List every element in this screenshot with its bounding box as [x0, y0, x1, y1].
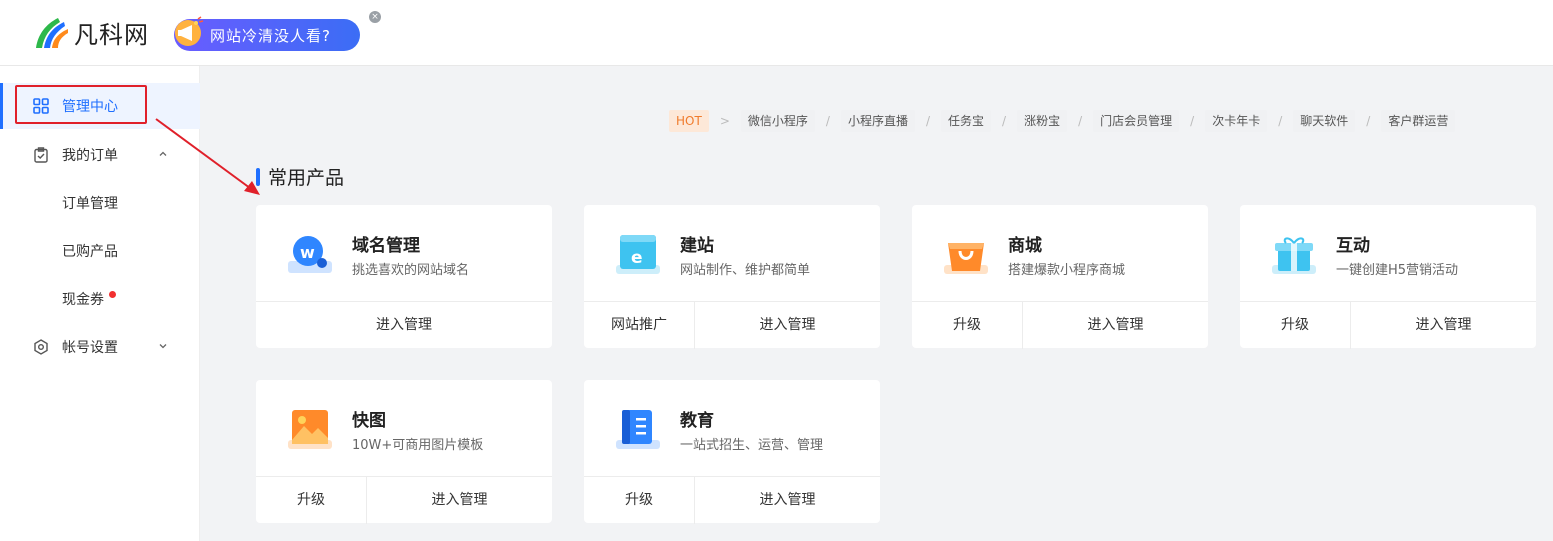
gift-icon: [1270, 231, 1318, 279]
sidebar-item-coupons[interactable]: 现金券: [0, 276, 200, 322]
enter-management-button[interactable]: 进入管理: [367, 477, 552, 524]
card-description: 一键创建H5营销活动: [1336, 263, 1459, 278]
upgrade-button[interactable]: 升级: [584, 477, 695, 524]
card-actions: 网站推广 进入管理: [584, 301, 880, 349]
hot-tag[interactable]: 任务宝: [941, 110, 992, 132]
hot-tags-bar: HOT > 微信小程序 / 小程序直播 / 任务宝 / 涨粉宝 / 门店会员管理…: [669, 110, 1456, 132]
card-title: 建站: [680, 236, 714, 256]
card-header[interactable]: 互动 一键创建H5营销活动: [1240, 205, 1536, 301]
card-header[interactable]: w 域名管理 挑选喜欢的网站域名: [256, 205, 552, 301]
upgrade-button[interactable]: 升级: [256, 477, 367, 524]
svg-text:w: w: [300, 243, 315, 262]
product-card-quick-image: 快图 10W+可商用图片模板 升级 进入管理: [256, 380, 552, 524]
enter-management-button[interactable]: 进入管理: [695, 302, 880, 349]
website-e-icon: e: [614, 231, 662, 279]
sidebar-item-label: 现金券: [62, 292, 104, 308]
title-accent-bar: [256, 167, 260, 186]
promo-text: 网站冷清没人看?: [210, 26, 331, 45]
sidebar-item-label: 我的订单: [62, 148, 118, 164]
card-actions: 升级 进入管理: [912, 301, 1208, 349]
hot-tag[interactable]: 涨粉宝: [1017, 110, 1068, 132]
clipboard-check-icon: [33, 147, 49, 163]
card-title: 快图: [352, 411, 386, 431]
hot-tag[interactable]: 小程序直播: [840, 110, 915, 132]
product-card-education: 教育 一站式招生、运营、管理 升级 进入管理: [584, 380, 880, 524]
enter-management-button[interactable]: 进入管理: [1023, 302, 1208, 349]
product-card-website: e 建站 网站制作、维护都简单 网站推广 进入管理: [584, 205, 880, 349]
settings-hexagon-icon: [33, 339, 49, 355]
tag-separator: /: [1278, 114, 1283, 128]
tag-separator: /: [1078, 114, 1083, 128]
hot-label: HOT: [669, 110, 709, 132]
website-promotion-button[interactable]: 网站推广: [584, 302, 695, 349]
chevron-down-icon: [157, 340, 169, 352]
shopping-bag-icon: [942, 231, 990, 279]
hot-arrow: >: [719, 114, 730, 128]
card-header[interactable]: e 建站 网站制作、维护都简单: [584, 205, 880, 301]
tag-separator: /: [925, 114, 930, 128]
tag-separator: /: [825, 114, 830, 128]
grid-icon: [33, 98, 49, 114]
logo-mark-icon: [32, 14, 70, 50]
product-card-mall: 商城 搭建爆款小程序商城 升级 进入管理: [912, 205, 1208, 349]
book-icon: [614, 406, 662, 454]
close-icon[interactable]: ×: [369, 11, 381, 23]
logo-text: 凡科网: [74, 20, 149, 49]
svg-text:e: e: [631, 248, 643, 268]
sidebar-item-label: 已购产品: [62, 244, 118, 260]
card-actions: 进入管理: [256, 301, 552, 348]
enter-management-button[interactable]: 进入管理: [695, 477, 880, 524]
enter-management-button[interactable]: 进入管理: [256, 302, 552, 349]
card-header[interactable]: 教育 一站式招生、运营、管理: [584, 380, 880, 476]
sidebar-item-account-settings[interactable]: 帐号设置: [0, 324, 200, 370]
card-header[interactable]: 快图 10W+可商用图片模板: [256, 380, 552, 476]
sidebar-item-label: 管理中心: [62, 99, 118, 115]
hot-tag[interactable]: 微信小程序: [740, 110, 815, 132]
notification-dot: [109, 291, 116, 298]
card-title: 互动: [1336, 236, 1370, 256]
card-description: 一站式招生、运营、管理: [680, 438, 824, 453]
card-description: 网站制作、维护都简单: [680, 263, 811, 278]
product-card-domain: w 域名管理 挑选喜欢的网站域名 进入管理: [256, 205, 552, 348]
card-header[interactable]: 商城 搭建爆款小程序商城: [912, 205, 1208, 301]
logo[interactable]: 凡科网: [32, 14, 149, 50]
hot-tag[interactable]: 客户群运营: [1381, 110, 1456, 132]
card-description: 搭建爆款小程序商城: [1008, 263, 1126, 278]
section-title-text: 常用产品: [268, 167, 345, 189]
card-title: 域名管理: [352, 236, 420, 256]
tag-separator: /: [1190, 114, 1195, 128]
tag-separator: /: [1002, 114, 1007, 128]
card-actions: 升级 进入管理: [1240, 301, 1536, 349]
card-actions: 升级 进入管理: [584, 476, 880, 524]
hot-tag[interactable]: 次卡年卡: [1205, 110, 1268, 132]
domain-w-icon: w: [286, 231, 334, 279]
upgrade-button[interactable]: 升级: [1240, 302, 1351, 349]
card-description: 10W+可商用图片模板: [352, 438, 484, 453]
section-title: 常用产品: [256, 163, 344, 190]
sidebar-item-label: 订单管理: [62, 196, 118, 212]
card-title: 商城: [1008, 236, 1042, 256]
enter-management-button[interactable]: 进入管理: [1351, 302, 1536, 349]
card-title: 教育: [680, 411, 714, 431]
product-card-interactive: 互动 一键创建H5营销活动 升级 进入管理: [1240, 205, 1536, 349]
card-actions: 升级 进入管理: [256, 476, 552, 524]
top-header: 凡科网 网站冷清没人看? ×: [0, 0, 1553, 66]
promo-banner[interactable]: 网站冷清没人看?: [174, 16, 360, 51]
hot-tag[interactable]: 聊天软件: [1293, 110, 1356, 132]
tag-separator: /: [1366, 114, 1371, 128]
image-icon: [286, 406, 334, 454]
megaphone-icon: [172, 13, 208, 49]
upgrade-button[interactable]: 升级: [912, 302, 1023, 349]
hot-tag[interactable]: 门店会员管理: [1093, 110, 1180, 132]
sidebar-item-label: 帐号设置: [62, 340, 118, 356]
card-description: 挑选喜欢的网站域名: [352, 263, 470, 278]
sidebar-item-purchased-products[interactable]: 已购产品: [0, 228, 200, 274]
annotation-arrow-icon: [155, 118, 260, 195]
